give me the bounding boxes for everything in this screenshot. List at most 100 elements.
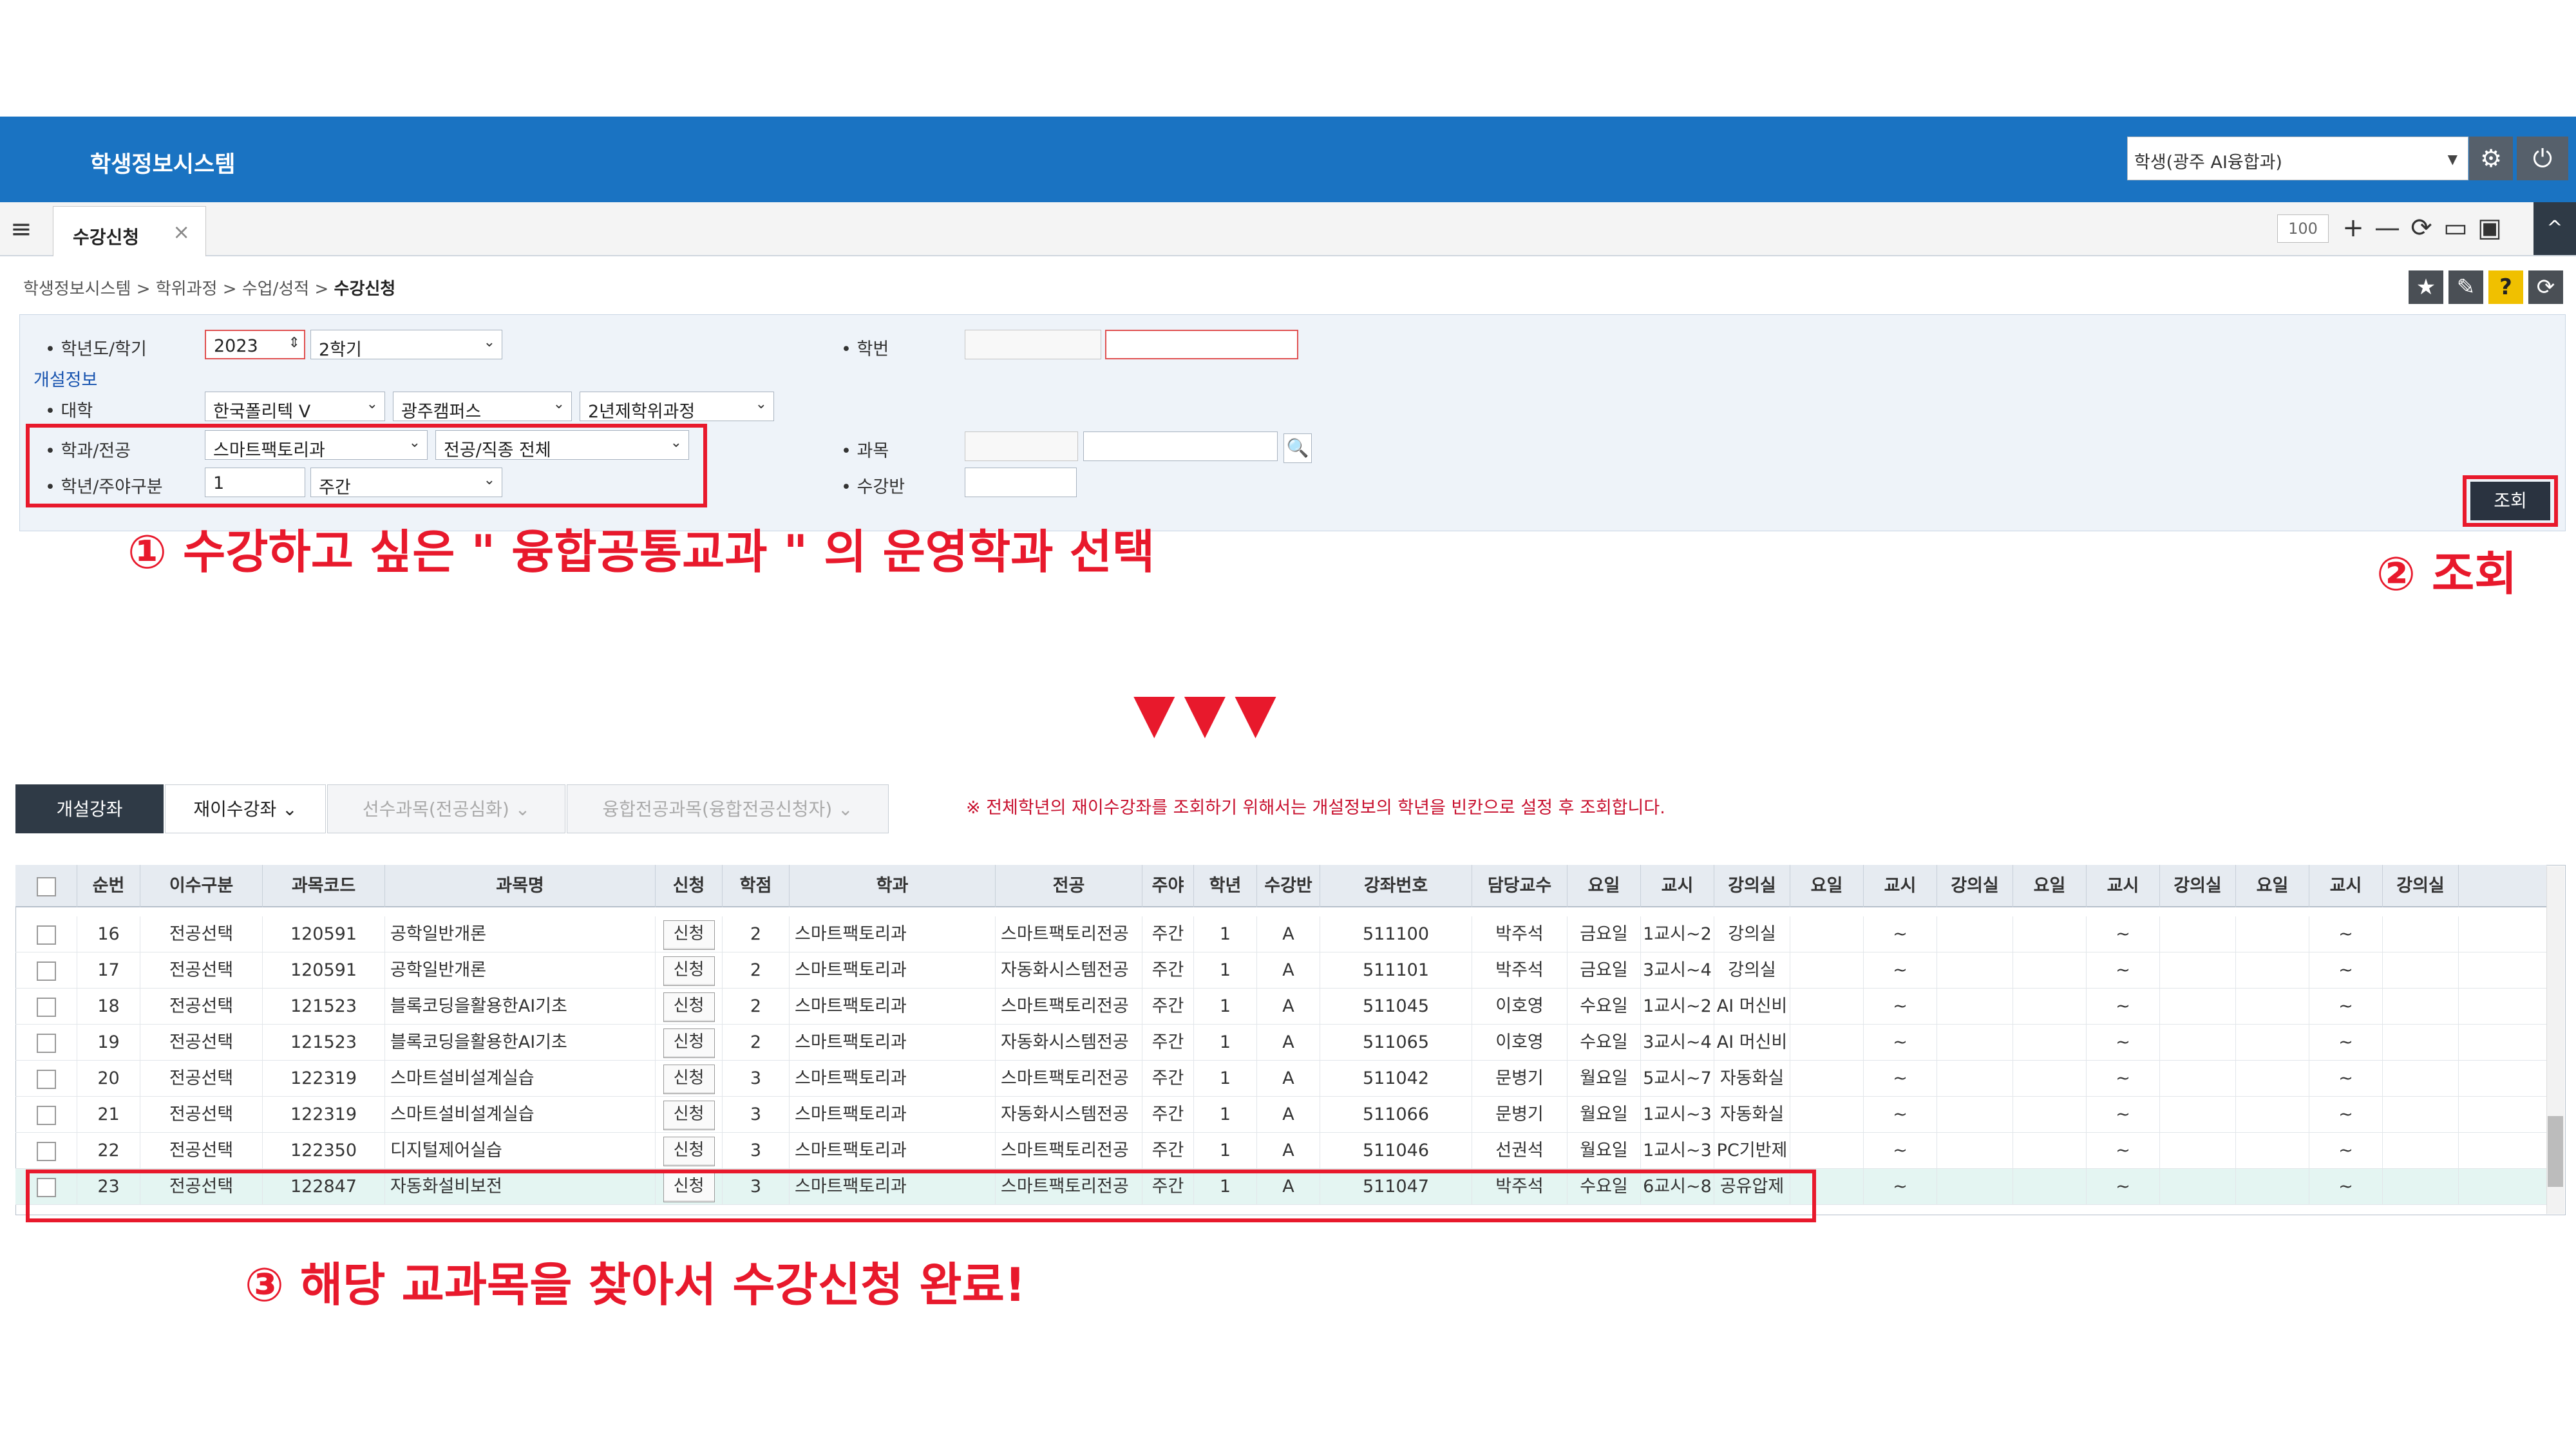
semester-select[interactable]: 2학기 ⌄ xyxy=(310,330,502,360)
cell-professor: 박주석 xyxy=(1472,952,1567,989)
user-role-select[interactable]: 학생(광주 AI융합과) ▼ xyxy=(2127,137,2468,180)
cell-name: 블록코딩을활용한AI기초 xyxy=(385,989,656,1025)
row-checkbox-cell[interactable] xyxy=(15,1025,77,1061)
program-value: 2년제학위과정 xyxy=(588,402,696,422)
close-icon[interactable]: × xyxy=(173,220,190,244)
apply-button[interactable]: 신청 xyxy=(663,956,715,986)
cell-apply: 신청 xyxy=(656,1133,723,1169)
row-checkbox[interactable] xyxy=(36,1105,56,1125)
cell-room4 xyxy=(2383,1169,2459,1205)
table-row[interactable]: 22 전공선택 122350 디지털제어실습 신청 3 스마트팩토리과 스마트팩토리전공 주간 1… xyxy=(15,1133,2546,1169)
row-checkbox-cell[interactable] xyxy=(15,989,77,1025)
row-checkbox[interactable] xyxy=(36,925,56,945)
class-field[interactable] xyxy=(965,468,1077,497)
cell-grade: 1 xyxy=(1194,1097,1257,1133)
cell-code: 122319 xyxy=(263,1061,385,1097)
chevron-down-icon: ⌄ xyxy=(483,334,495,350)
column-header: 교시 xyxy=(1864,865,1937,907)
program-select[interactable]: 2년제학위과정 ⌄ xyxy=(580,392,774,422)
breadcrumb-item[interactable]: 학위과정 > xyxy=(156,279,237,299)
help-icon[interactable]: ? xyxy=(2488,270,2523,304)
table-row[interactable]: 21 전공선택 122319 스마트설비설계실습 신청 3 스마트팩토리과 자동화시스템전공 주… xyxy=(15,1097,2546,1133)
cell-period2: ~ xyxy=(1864,1025,1937,1061)
zoom-in-icon[interactable]: + xyxy=(2338,211,2369,245)
cell-room2 xyxy=(1937,1061,2013,1097)
cell-code: 121523 xyxy=(263,989,385,1025)
table-row[interactable]: 20 전공선택 122319 스마트설비설계실습 신청 3 스마트팩토리과 스마트팩토리전공 주… xyxy=(15,1061,2546,1097)
apply-button[interactable]: 신청 xyxy=(663,1136,715,1166)
close-window-icon[interactable]: ▣ xyxy=(2474,211,2505,245)
student-name-field[interactable] xyxy=(1105,330,1298,359)
cell-professor: 박주석 xyxy=(1472,916,1567,952)
cell-class: A xyxy=(1257,952,1320,989)
gear-icon[interactable]: ⚙ xyxy=(2469,137,2513,180)
reload-icon[interactable]: ⟳ xyxy=(2528,270,2563,304)
row-checkbox-cell[interactable] xyxy=(15,1097,77,1133)
course-code-field[interactable] xyxy=(965,431,1078,461)
spinner-icon[interactable]: ⇕ xyxy=(289,335,300,351)
table-row[interactable]: 19 전공선택 121523 블록코딩을활용한AI기초 신청 2 스마트팩토리과 자동화시스템… xyxy=(15,1025,2546,1061)
table-row[interactable]: 16 전공선택 120591 공학일반개론 신청 2 스마트팩토리과 스마트팩토리전공 주간 1 A… xyxy=(15,916,2546,952)
cell-dept: 스마트팩토리과 xyxy=(790,989,996,1025)
table-row[interactable]: 17 전공선택 120591 공학일반개론 신청 2 스마트팩토리과 자동화시스템전공 주간 1 A… xyxy=(15,952,2546,989)
breadcrumb-item[interactable]: 학생정보시스템 > xyxy=(23,279,151,299)
subtab-open-courses[interactable]: 개설강좌 xyxy=(15,784,164,833)
row-checkbox[interactable] xyxy=(36,961,56,981)
college-select[interactable]: 한국폴리텍 V ⌄ xyxy=(205,392,385,422)
search-icon[interactable]: 🔍 xyxy=(1283,433,1312,463)
table-row[interactable]: 18 전공선택 121523 블록코딩을활용한AI기초 신청 2 스마트팩토리과 스마트팩토리… xyxy=(15,989,2546,1025)
row-checkbox-cell[interactable] xyxy=(15,916,77,952)
cell-room1: AI 머신비 xyxy=(1714,1025,1790,1061)
refresh-icon[interactable]: ⟳ xyxy=(2406,211,2437,245)
row-checkbox[interactable] xyxy=(36,1141,56,1161)
row-checkbox[interactable] xyxy=(36,997,56,1017)
column-header: 요일 xyxy=(1567,865,1641,907)
year-value: 2023 xyxy=(214,336,258,356)
zoom-out-icon[interactable]: — xyxy=(2372,211,2403,245)
select-all-checkbox[interactable] xyxy=(15,865,77,907)
hamburger-icon[interactable]: ≡ xyxy=(10,216,39,242)
power-icon[interactable]: ⏻ xyxy=(2517,137,2568,180)
row-checkbox[interactable] xyxy=(36,1033,56,1053)
column-header: 주야 xyxy=(1142,865,1194,907)
cell-day3 xyxy=(2013,989,2087,1025)
window-icon[interactable]: ▭ xyxy=(2440,211,2471,245)
row-checkbox[interactable] xyxy=(36,1069,56,1089)
row-checkbox-cell[interactable] xyxy=(15,952,77,989)
breadcrumb-item[interactable]: 수업/성적 > xyxy=(242,279,329,299)
cell-period2: ~ xyxy=(1864,952,1937,989)
edit-icon[interactable]: ✎ xyxy=(2448,270,2483,304)
campus-select[interactable]: 광주캠퍼스 ⌄ xyxy=(393,392,572,422)
cell-credit: 2 xyxy=(723,1025,790,1061)
cell-room2 xyxy=(1937,1133,2013,1169)
column-header: 강의실 xyxy=(2160,865,2236,907)
apply-button[interactable]: 신청 xyxy=(663,992,715,1022)
apply-button[interactable]: 신청 xyxy=(663,1100,715,1130)
year-stepper[interactable]: 2023 ⇕ xyxy=(205,330,305,359)
zoom-input[interactable]: 100 xyxy=(2277,214,2329,243)
cell-room3 xyxy=(2160,1025,2236,1061)
cell-day1: 금요일 xyxy=(1567,916,1641,952)
course-name-field[interactable] xyxy=(1083,431,1278,461)
apply-button[interactable]: 신청 xyxy=(663,920,715,950)
star-icon[interactable]: ★ xyxy=(2409,270,2443,304)
apply-button[interactable]: 신청 xyxy=(663,1064,715,1094)
subtab-convergence[interactable]: 융합전공과목(융합전공신청자) ⌄ xyxy=(567,784,889,833)
cell-period3: ~ xyxy=(2087,1169,2160,1205)
scrollbar-thumb[interactable] xyxy=(2548,1116,2563,1187)
row-checkbox-cell[interactable] xyxy=(15,1061,77,1097)
chevron-up-icon[interactable]: ^ xyxy=(2533,202,2576,255)
row-checkbox-cell[interactable] xyxy=(15,1133,77,1169)
tab-course-registration[interactable]: 수강신청 × xyxy=(53,206,206,256)
subtab-prerequisite[interactable]: 선수과목(전공심화) ⌄ xyxy=(327,784,565,833)
column-header: 강의실 xyxy=(2383,865,2459,907)
cell-type: 전공선택 xyxy=(140,1025,263,1061)
cell-day-night: 주간 xyxy=(1142,1097,1194,1133)
cell-seq: 18 xyxy=(77,989,140,1025)
cell-lecture-no: 511045 xyxy=(1320,989,1472,1025)
cell-room1: 강의실 xyxy=(1714,952,1790,989)
checkbox[interactable] xyxy=(36,876,56,896)
cell-period4: ~ xyxy=(2309,916,2383,952)
apply-button[interactable]: 신청 xyxy=(663,1028,715,1058)
subtab-retake-courses[interactable]: 재이수강좌 ⌄ xyxy=(165,784,326,833)
